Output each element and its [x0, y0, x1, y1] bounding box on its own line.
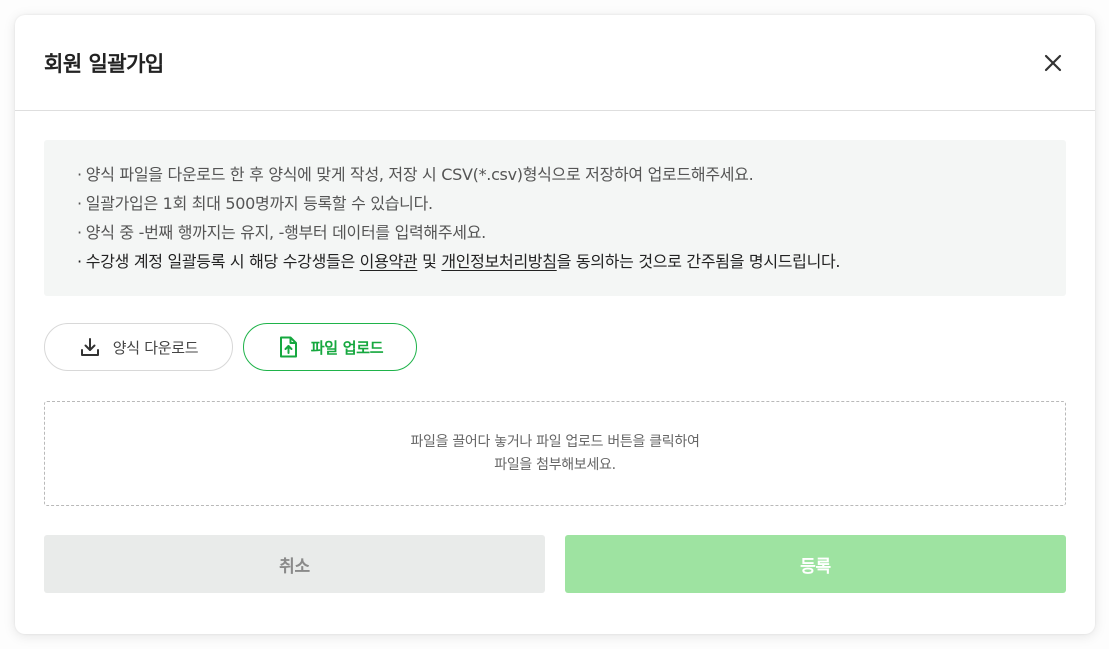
- terms-link[interactable]: 이용약관: [360, 252, 418, 271]
- notice-text: 일괄가입은 1회 최대 500명까지 등록할 수 있습니다.: [85, 194, 433, 213]
- notice-line-consent: · 수강생 계정 일괄등록 시 해당 수강생들은 이용약관 및 개인정보처리방침을…: [77, 247, 1066, 276]
- file-upload-button[interactable]: 파일 업로드: [243, 323, 417, 371]
- file-upload-icon: [279, 336, 297, 358]
- modal-footer: 취소 등록: [44, 535, 1066, 593]
- file-upload-label: 파일 업로드: [310, 338, 384, 357]
- notice-text: 및: [417, 252, 442, 271]
- submit-button[interactable]: 등록: [565, 535, 1066, 593]
- notice-line: · 일괄가입은 1회 최대 500명까지 등록할 수 있습니다.: [77, 189, 1066, 218]
- notice-text: 양식 파일을 다운로드 한 후 양식에 맞게 작성, 저장 시 CSV(*.cs…: [85, 165, 754, 184]
- modal-header: 회원 일괄가입: [15, 15, 1095, 111]
- template-download-button[interactable]: 양식 다운로드: [44, 323, 233, 371]
- notice-line: · 양식 중 -번째 행까지는 유지, -행부터 데이터를 입력해주세요.: [77, 218, 1066, 247]
- download-icon: [80, 338, 99, 356]
- bullet: ·: [77, 223, 82, 242]
- dropzone-hint: 파일을 끌어다 놓거나 파일 업로드 버튼을 클릭하여: [410, 433, 700, 450]
- cancel-button[interactable]: 취소: [44, 535, 545, 593]
- file-dropzone[interactable]: 파일을 끌어다 놓거나 파일 업로드 버튼을 클릭하여 파일을 첨부해보세요.: [44, 401, 1066, 506]
- bullet: ·: [77, 165, 82, 184]
- close-button[interactable]: [1039, 49, 1067, 77]
- bullet: ·: [77, 194, 82, 213]
- bulk-signup-modal: 회원 일괄가입 · 양식 파일을 다운로드 한 후 양식에 맞게 작성, 저장 시…: [15, 15, 1095, 634]
- dropzone-hint: 파일을 첨부해보세요.: [494, 456, 616, 473]
- notice-text: 수강생 계정 일괄등록 시 해당 수강생들은: [85, 252, 360, 271]
- privacy-policy-link[interactable]: 개인정보처리방침: [441, 252, 557, 271]
- close-icon: [1044, 54, 1062, 72]
- notice-text: 을 동의하는 것으로 간주됨을 명시드립니다.: [556, 252, 841, 271]
- notice-box: · 양식 파일을 다운로드 한 후 양식에 맞게 작성, 저장 시 CSV(*.c…: [44, 140, 1066, 296]
- notice-text: 양식 중 -번째 행까지는 유지, -행부터 데이터를 입력해주세요.: [85, 223, 486, 242]
- file-action-row: 양식 다운로드 파일 업로드: [44, 323, 417, 371]
- template-download-label: 양식 다운로드: [112, 338, 199, 357]
- page-backdrop: 회원 일괄가입 · 양식 파일을 다운로드 한 후 양식에 맞게 작성, 저장 시…: [0, 0, 1109, 649]
- bullet: ·: [77, 252, 82, 271]
- notice-line: · 양식 파일을 다운로드 한 후 양식에 맞게 작성, 저장 시 CSV(*.c…: [77, 160, 1066, 189]
- modal-title: 회원 일괄가입: [44, 52, 164, 76]
